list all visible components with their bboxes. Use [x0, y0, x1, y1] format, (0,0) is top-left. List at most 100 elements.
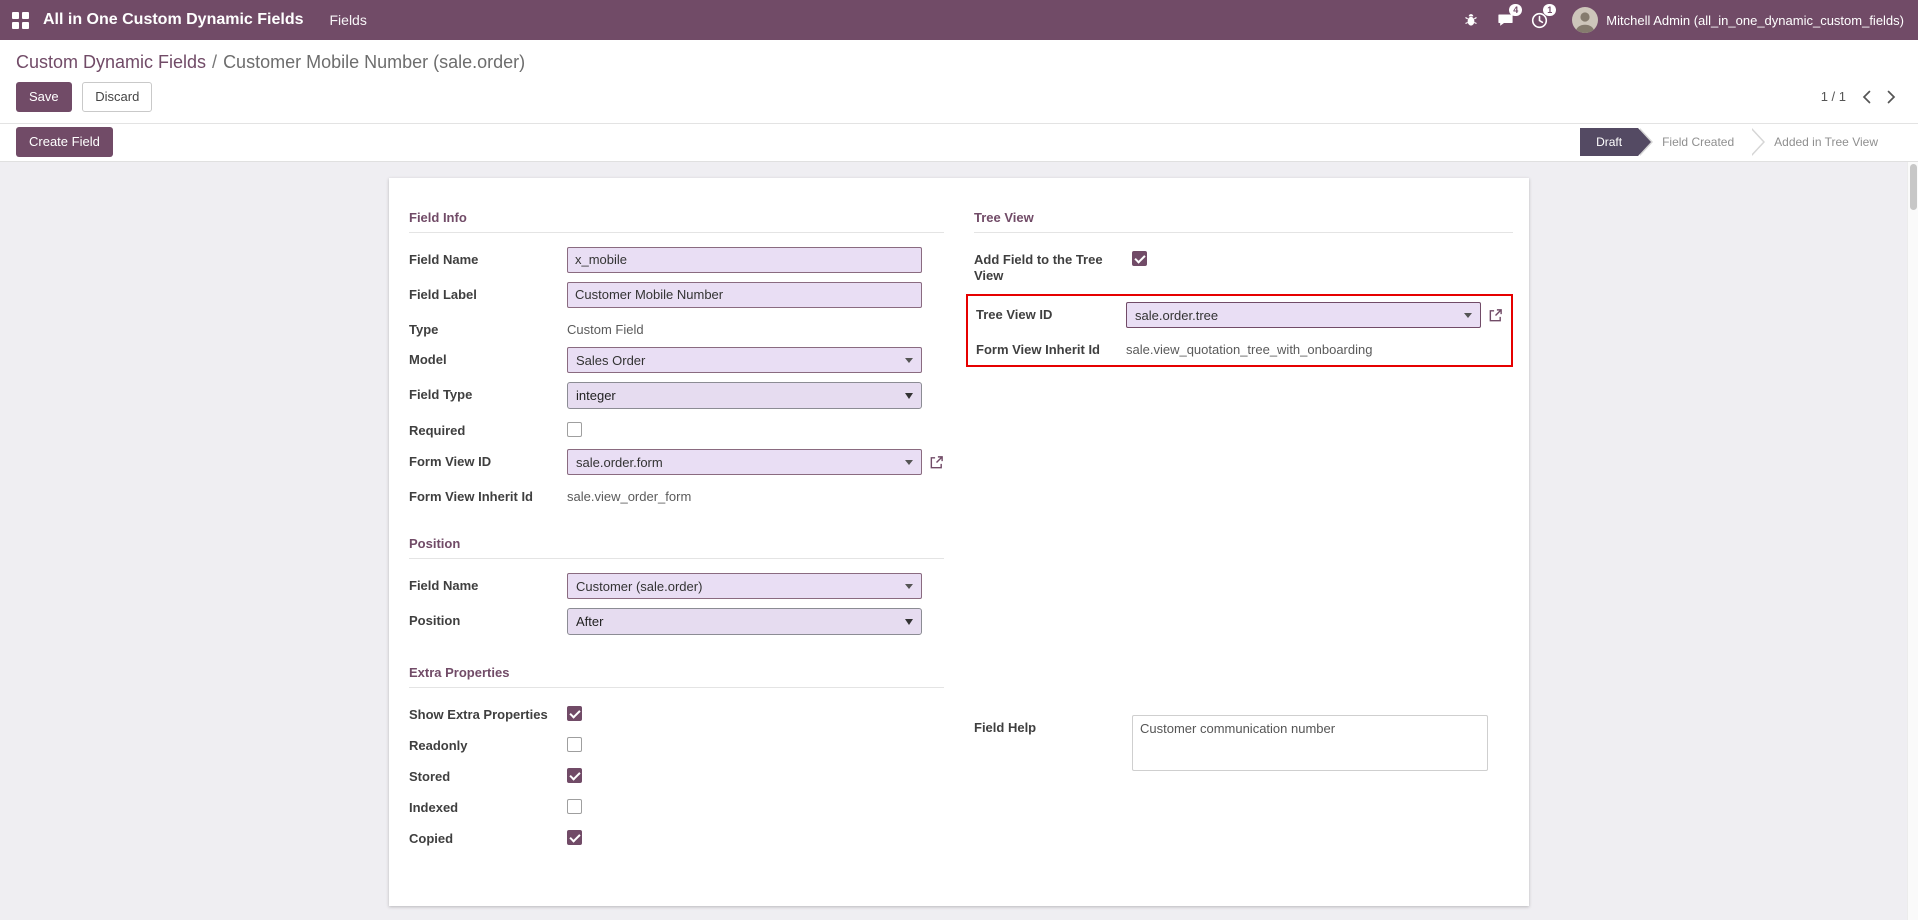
position-field-name-label: Field Name	[409, 573, 567, 595]
app-title[interactable]: All in One Custom Dynamic Fields	[43, 11, 304, 29]
control-panel: Custom Dynamic Fields / Customer Mobile Nu…	[0, 40, 1918, 124]
save-button[interactable]: Save	[16, 82, 72, 112]
top-navbar: All in One Custom Dynamic Fields Fields …	[0, 0, 1918, 40]
form-view-id-row: Form View ID sale.order.form	[409, 449, 944, 475]
add-field-to-tree-row: Add Field to the Tree View	[974, 247, 1513, 286]
vertical-scrollbar[interactable]	[1907, 162, 1918, 920]
chevron-down-icon	[905, 393, 913, 399]
pager-value: 1 / 1	[1821, 89, 1846, 104]
model-value: Sales Order	[576, 353, 645, 368]
activities-clock-icon[interactable]: 1	[1522, 0, 1556, 40]
form-view-inherit-id-row: Form View Inherit Id sale.view_order_for…	[409, 484, 944, 506]
tree-view-id-row: Tree View ID sale.order.tree	[976, 302, 1503, 328]
status-step-draft[interactable]: Draft	[1580, 128, 1638, 156]
indexed-checkbox[interactable]	[567, 799, 582, 814]
tree-view-section: Tree View Add Field to the Tree View Tre…	[974, 210, 1513, 368]
pager: 1 / 1	[1821, 89, 1896, 104]
position-section: Position Field Name Customer (sale.order…	[409, 536, 944, 635]
position-value: After	[576, 614, 603, 629]
position-select[interactable]: After	[567, 608, 922, 635]
extra-properties-section: Extra Properties Show Extra Properties R…	[409, 665, 944, 847]
field-help-row: Field Help Customer communication number	[974, 715, 1513, 771]
position-field-name-dropdown[interactable]: Customer (sale.order)	[567, 573, 922, 599]
tree-form-view-inherit-id-row: Form View Inherit Id sale.view_quotation…	[976, 337, 1503, 359]
breadcrumb-current: Customer Mobile Number (sale.order)	[223, 52, 525, 72]
menu-fields[interactable]: Fields	[330, 12, 367, 28]
model-dropdown[interactable]: Sales Order	[567, 347, 922, 373]
pager-previous-icon[interactable]	[1862, 90, 1871, 104]
content-area: Field Info Field Name Field Label Type C…	[0, 162, 1918, 920]
field-type-value: integer	[576, 388, 616, 403]
field-type-row: Field Type integer	[409, 382, 944, 409]
activities-badge: 1	[1543, 4, 1556, 16]
copied-checkbox[interactable]	[567, 830, 582, 845]
field-info-section: Field Info Field Name Field Label Type C…	[409, 210, 944, 507]
tree-form-view-inherit-id-label: Form View Inherit Id	[976, 337, 1126, 359]
position-field-name-value: Customer (sale.order)	[576, 579, 702, 594]
chevron-down-icon	[1464, 313, 1472, 318]
readonly-row: Readonly	[409, 733, 944, 755]
show-extra-properties-label: Show Extra Properties	[409, 702, 567, 724]
debug-bug-icon[interactable]	[1454, 0, 1488, 40]
create-field-button[interactable]: Create Field	[16, 127, 113, 157]
chevron-down-icon	[905, 619, 913, 625]
position-field-name-row: Field Name Customer (sale.order)	[409, 573, 944, 599]
show-extra-properties-row: Show Extra Properties	[409, 702, 944, 724]
add-field-to-tree-label: Add Field to the Tree View	[974, 247, 1132, 286]
user-menu[interactable]: Mitchell Admin (all_in_one_dynamic_custo…	[1572, 7, 1904, 33]
stored-checkbox[interactable]	[567, 768, 582, 783]
scrollbar-thumb[interactable]	[1910, 164, 1917, 210]
field-help-label: Field Help	[974, 715, 1132, 737]
field-label-label: Field Label	[409, 282, 567, 304]
section-title-tree-view: Tree View	[974, 210, 1513, 233]
position-row: Position After	[409, 608, 944, 635]
discard-button[interactable]: Discard	[82, 82, 152, 112]
breadcrumb-separator: /	[212, 52, 217, 72]
add-field-to-tree-checkbox[interactable]	[1132, 251, 1147, 266]
section-title-extra-properties: Extra Properties	[409, 665, 944, 688]
tree-view-id-value: sale.order.tree	[1135, 308, 1218, 323]
indexed-label: Indexed	[409, 795, 567, 817]
field-type-select[interactable]: integer	[567, 382, 922, 409]
model-label: Model	[409, 347, 567, 369]
form-view-id-dropdown[interactable]: sale.order.form	[567, 449, 922, 475]
position-label: Position	[409, 608, 567, 630]
breadcrumb-parent-link[interactable]: Custom Dynamic Fields	[16, 52, 206, 72]
field-name-row: Field Name	[409, 247, 944, 273]
field-name-input[interactable]	[567, 247, 922, 273]
copied-row: Copied	[409, 826, 944, 848]
indexed-row: Indexed	[409, 795, 944, 817]
left-column: Field Info Field Name Field Label Type C…	[409, 210, 944, 882]
field-name-label: Field Name	[409, 247, 567, 269]
model-row: Model Sales Order	[409, 347, 944, 373]
show-extra-properties-checkbox[interactable]	[567, 706, 582, 721]
external-link-icon[interactable]	[929, 455, 944, 470]
field-help-input[interactable]: Customer communication number	[1132, 715, 1488, 771]
tree-view-id-label: Tree View ID	[976, 302, 1126, 324]
section-title-field-info: Field Info	[409, 210, 944, 233]
status-step-field-created[interactable]: Field Created	[1638, 128, 1750, 156]
tree-view-id-dropdown[interactable]: sale.order.tree	[1126, 302, 1481, 328]
field-label-input[interactable]	[567, 282, 922, 308]
required-label: Required	[409, 418, 567, 440]
chevron-down-icon	[905, 358, 913, 363]
right-column: Tree View Add Field to the Tree View Tre…	[974, 210, 1513, 882]
messages-icon[interactable]: 4	[1488, 0, 1522, 40]
stored-label: Stored	[409, 764, 567, 786]
type-label: Type	[409, 317, 567, 339]
pager-next-icon[interactable]	[1887, 90, 1896, 104]
external-link-icon[interactable]	[1488, 308, 1503, 323]
copied-label: Copied	[409, 826, 567, 848]
user-name: Mitchell Admin (all_in_one_dynamic_custo…	[1606, 13, 1904, 28]
chevron-down-icon	[905, 584, 913, 589]
required-checkbox[interactable]	[567, 422, 582, 437]
required-row: Required	[409, 418, 944, 440]
form-view-id-label: Form View ID	[409, 449, 567, 471]
type-value: Custom Field	[567, 317, 644, 337]
statusbar: Create Field Draft Field Created Added i…	[0, 124, 1918, 162]
form-view-inherit-id-value: sale.view_order_form	[567, 484, 691, 504]
readonly-checkbox[interactable]	[567, 737, 582, 752]
status-step-added-in-tree-view[interactable]: Added in Tree View	[1750, 128, 1894, 156]
field-label-row: Field Label	[409, 282, 944, 308]
apps-menu-icon[interactable]	[12, 12, 29, 29]
